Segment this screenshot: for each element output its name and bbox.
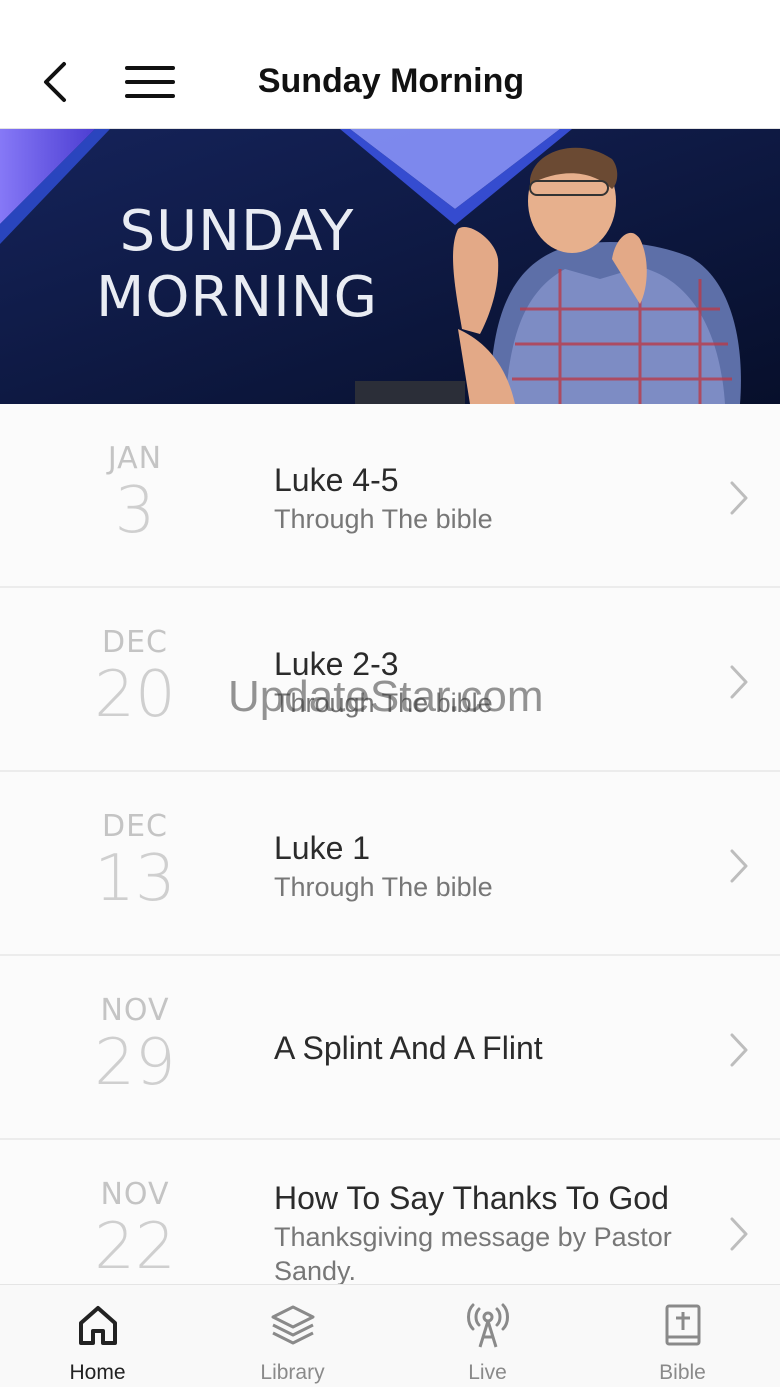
sermon-subtitle: Through The bible: [274, 872, 493, 902]
banner-line-1: SUNDAY: [119, 199, 355, 264]
tab-label: Live: [468, 1361, 507, 1384]
list-item[interactable]: DEC 13 Luke 1 Through The bible: [0, 772, 780, 956]
banner-title: SUNDAY MORNING: [96, 199, 378, 331]
sermon-title: Luke 1: [274, 830, 371, 866]
tab-library[interactable]: Library: [195, 1285, 390, 1387]
sermon-title: Luke 4-5: [274, 462, 399, 498]
sermon-list: JAN 3 Luke 4-5 Through The bible DEC 20 …: [0, 404, 780, 1284]
list-item[interactable]: JAN 3 Luke 4-5 Through The bible: [0, 404, 780, 588]
date-block: JAN 3: [80, 441, 190, 548]
top-bar: Sunday Morning: [0, 0, 780, 129]
sermon-subtitle: Through The bible: [274, 504, 493, 534]
tab-label: Library: [260, 1361, 325, 1384]
date-month: NOV: [100, 1177, 170, 1212]
list-item[interactable]: DEC 20 Luke 2-3 Through The bible: [0, 588, 780, 772]
date-month: NOV: [100, 993, 170, 1028]
date-month: DEC: [101, 809, 168, 844]
sermon-title: How To Say Thanks To God: [274, 1180, 669, 1216]
series-banner: SUNDAY MORNING: [0, 129, 780, 404]
tab-label: Home: [69, 1361, 126, 1384]
tab-home[interactable]: Home: [0, 1285, 195, 1387]
chevron-right-icon: [730, 849, 748, 883]
date-block: DEC 20: [80, 625, 190, 732]
date-month: DEC: [101, 625, 168, 660]
date-day: 29: [94, 1026, 176, 1100]
tab-bible[interactable]: Bible: [585, 1285, 780, 1387]
sermon-title: A Splint And A Flint: [274, 1030, 543, 1066]
date-block: NOV 29: [80, 993, 190, 1100]
sermon-subtitle: Through The bible: [274, 688, 493, 718]
layers-icon: [271, 1305, 314, 1345]
date-month: JAN: [107, 441, 163, 476]
chevron-right-icon: [730, 1033, 748, 1067]
banner-line-2: MORNING: [96, 265, 378, 330]
tab-label: Bible: [659, 1361, 706, 1384]
page-title: Sunday Morning: [257, 62, 525, 100]
bible-icon: [665, 1304, 700, 1346]
date-block: DEC 13: [80, 809, 190, 916]
date-day: 3: [114, 474, 156, 548]
date-block: NOV 22: [80, 1177, 190, 1284]
chevron-right-icon: [730, 481, 748, 515]
broadcast-icon: [466, 1303, 509, 1348]
sermon-title: Luke 2-3: [274, 646, 399, 682]
tab-live[interactable]: Live: [390, 1285, 585, 1387]
date-day: 20: [94, 658, 176, 732]
date-day: 22: [94, 1210, 176, 1284]
sermon-subtitle: Thanksgiving message by Pastor Sandy.: [274, 1222, 672, 1284]
chevron-right-icon: [730, 665, 748, 699]
list-item[interactable]: NOV 29 A Splint And A Flint: [0, 956, 780, 1140]
chevron-right-icon: [730, 1217, 748, 1251]
list-item[interactable]: NOV 22 How To Say Thanks To God Thanksgi…: [0, 1140, 780, 1284]
home-icon: [78, 1306, 117, 1345]
tab-bar: Home Library Live Bible: [0, 1284, 780, 1387]
date-day: 13: [94, 842, 176, 916]
